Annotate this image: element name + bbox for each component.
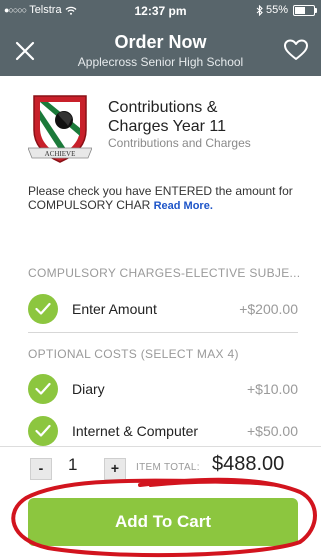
option-label: Internet & Computer [72,423,199,439]
option-price: +$10.00 [247,381,298,397]
check-icon[interactable] [28,374,58,404]
section-header-optional: OPTIONAL COSTS (SELECT MAX 4) [28,347,239,361]
read-more-link[interactable]: Read More. [154,200,213,212]
battery-icon [293,4,317,16]
increase-quantity-button[interactable]: + [104,458,126,480]
product-header: ACHIEVE Contributions & Charges Year 11 … [28,92,308,172]
option-price: +$200.00 [239,301,298,317]
check-icon[interactable] [28,416,58,446]
bluetooth-icon [256,4,263,16]
item-total-value: $488.00 [212,453,285,475]
add-to-cart-button[interactable]: Add To Cart [28,498,298,546]
quantity-total-bar: - 1 + ITEM TOTAL: $488.00 [0,446,321,487]
status-bar: ●○○○○ Telstra 12:37 pm 55% [0,0,321,22]
nav-bar: Order Now Applecross Senior High School [0,22,321,76]
decrease-quantity-button[interactable]: - [30,458,52,480]
status-right: 55% [256,4,317,16]
product-subtitle: Contributions and Charges [108,136,251,150]
crest-motto: ACHIEVE [45,150,76,158]
item-total-label: ITEM TOTAL: [136,462,200,473]
quantity-value: 1 [68,455,78,474]
battery-percent: 55% [265,4,288,16]
option-row-diary[interactable]: Diary +$10.00 [28,372,298,406]
option-label: Enter Amount [72,301,157,317]
option-price: +$50.00 [247,423,298,439]
option-row-enter-amount[interactable]: Enter Amount +$200.00 [28,292,298,326]
school-crest-logo: ACHIEVE [28,95,92,163]
heart-icon[interactable] [283,38,309,62]
option-label: Diary [72,381,105,397]
check-icon[interactable] [28,294,58,324]
section-header-compulsory: COMPULSORY CHARGES-ELECTIVE SUBJE... [28,266,301,280]
notice-text: Please check you have ENTERED the amount… [28,184,293,212]
divider [28,332,298,333]
product-title: Contributions & Charges Year 11 [108,99,227,135]
page-subtitle: Applecross Senior High School [77,55,244,69]
page-title: Order Now [114,32,207,52]
option-row-internet-computer[interactable]: Internet & Computer +$50.00 [28,414,298,448]
